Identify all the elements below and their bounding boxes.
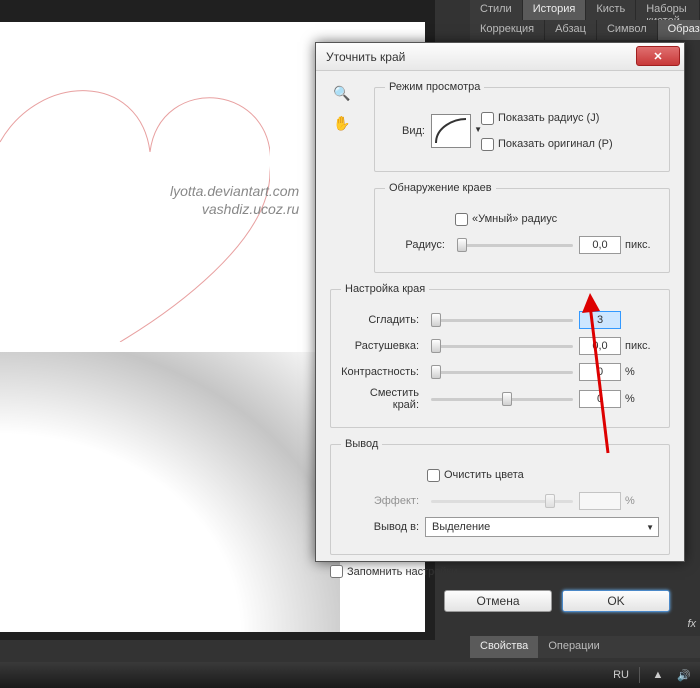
view-mode-legend: Режим просмотра — [385, 81, 484, 93]
tab-actions[interactable]: Операции — [538, 636, 609, 658]
shift-edge-label: Сместить край: — [341, 387, 419, 411]
refine-edge-dialog: Уточнить край ✕ 🔍 ✋ Режим просмотра Вид:… — [315, 42, 685, 562]
view-mode-group: Режим просмотра Вид: ▼ Показать радиус (… — [374, 81, 670, 172]
tab-paragraph[interactable]: Абзац — [545, 20, 597, 40]
adjust-edge-group: Настройка края Сгладить: 3 Растушевка: 0… — [330, 283, 670, 428]
decontaminate-checkbox[interactable] — [427, 469, 440, 482]
zoom-tool-button[interactable]: 🔍 — [330, 81, 354, 105]
decontaminate-label: Очистить цвета — [444, 469, 524, 481]
hand-tool-button[interactable]: ✋ — [330, 111, 354, 135]
effect-unit: % — [625, 495, 659, 507]
contrast-unit: % — [625, 366, 659, 378]
chevron-down-icon: ▼ — [474, 125, 482, 134]
feather-input[interactable]: 0,0 — [579, 337, 621, 355]
tab-adjustments[interactable]: Коррекция — [470, 20, 545, 40]
dialog-titlebar[interactable]: Уточнить край ✕ — [316, 43, 684, 71]
show-radius-checkbox[interactable] — [481, 112, 494, 125]
panel-tabs-row2: Коррекция Абзац Символ Образцы — [470, 20, 700, 40]
smooth-label: Сгладить: — [341, 314, 419, 326]
output-legend: Вывод — [341, 438, 382, 450]
effect-slider — [431, 493, 573, 509]
language-indicator[interactable]: RU — [613, 669, 629, 681]
smooth-input[interactable]: 3 — [579, 311, 621, 329]
radius-input[interactable]: 0,0 — [579, 236, 621, 254]
remember-settings-label: Запомнить настройки — [347, 566, 458, 578]
panel-tabs-row1: Стили История Кисть Наборы кистей — [470, 0, 700, 20]
dialog-body: 🔍 ✋ Режим просмотра Вид: ▼ Показать ради… — [316, 71, 684, 622]
magnifier-icon: 🔍 — [333, 85, 350, 102]
output-to-value: Выделение — [432, 521, 490, 533]
feather-unit: пикс. — [625, 340, 659, 352]
tab-swatches[interactable]: Образцы — [658, 20, 700, 40]
tab-brush[interactable]: Кисть — [586, 0, 636, 20]
effect-input — [579, 492, 621, 510]
contrast-slider[interactable] — [431, 364, 573, 380]
watermark-line1: lyotta.deviantart.com — [170, 182, 299, 200]
feather-slider[interactable] — [431, 338, 573, 354]
tab-history[interactable]: История — [523, 0, 587, 20]
shift-edge-slider[interactable] — [431, 391, 573, 407]
edge-detection-legend: Обнаружение краев — [385, 182, 496, 194]
tab-character[interactable]: Символ — [597, 20, 658, 40]
remember-settings-checkbox[interactable] — [330, 565, 343, 578]
show-original-checkbox[interactable] — [481, 138, 494, 151]
volume-icon[interactable]: 🔊 — [676, 667, 692, 683]
feather-label: Растушевка: — [341, 340, 419, 352]
edge-detection-group: Обнаружение краев «Умный» радиус Радиус:… — [374, 182, 670, 273]
tab-styles[interactable]: Стили — [470, 0, 523, 20]
watermark-text: lyotta.deviantart.com vashdiz.ucoz.ru — [170, 182, 299, 218]
contrast-label: Контрастность: — [341, 366, 419, 378]
tab-brush-presets[interactable]: Наборы кистей — [636, 0, 700, 20]
radius-label: Радиус: — [385, 239, 445, 251]
dialog-tool-column: 🔍 ✋ — [330, 81, 360, 141]
show-hidden-icons-icon[interactable]: ▲ — [650, 667, 666, 683]
radius-unit: пикс. — [625, 239, 659, 251]
hand-icon: ✋ — [333, 115, 350, 132]
shift-edge-unit: % — [625, 393, 659, 405]
contrast-input[interactable]: 0 — [579, 363, 621, 381]
view-label: Вид: — [385, 125, 425, 137]
smart-radius-checkbox[interactable] — [455, 213, 468, 226]
cancel-button[interactable]: Отмена — [444, 590, 552, 612]
smart-radius-label: «Умный» радиус — [472, 213, 557, 225]
radius-slider[interactable] — [457, 237, 573, 253]
effect-label: Эффект: — [341, 495, 419, 507]
bottom-panel-tabs: Свойства Операции — [470, 636, 700, 658]
output-group: Вывод Очистить цвета Эффект: % Вывод в: … — [330, 438, 670, 555]
show-radius-label: Показать радиус (J) — [498, 112, 599, 124]
ok-button[interactable]: OK — [562, 590, 670, 612]
close-button[interactable]: ✕ — [636, 46, 680, 66]
output-to-select[interactable]: Выделение ▼ — [425, 517, 659, 537]
fx-label: fx — [687, 618, 696, 630]
watermark-line2: vashdiz.ucoz.ru — [170, 200, 299, 218]
view-mode-thumbnail[interactable]: ▼ — [431, 114, 471, 148]
show-original-label: Показать оригинал (P) — [498, 138, 613, 150]
tab-properties[interactable]: Свойства — [470, 636, 538, 658]
smooth-slider[interactable] — [431, 312, 573, 328]
shift-edge-input[interactable]: 0 — [579, 390, 621, 408]
dialog-title: Уточнить край — [322, 50, 405, 64]
output-to-label: Вывод в: — [341, 521, 419, 533]
chevron-down-icon: ▼ — [646, 523, 654, 532]
status-bar: RU ▲ 🔊 — [0, 662, 700, 688]
close-icon: ✕ — [653, 50, 662, 63]
canvas-shadow — [0, 352, 340, 632]
adjust-edge-legend: Настройка края — [341, 283, 429, 295]
